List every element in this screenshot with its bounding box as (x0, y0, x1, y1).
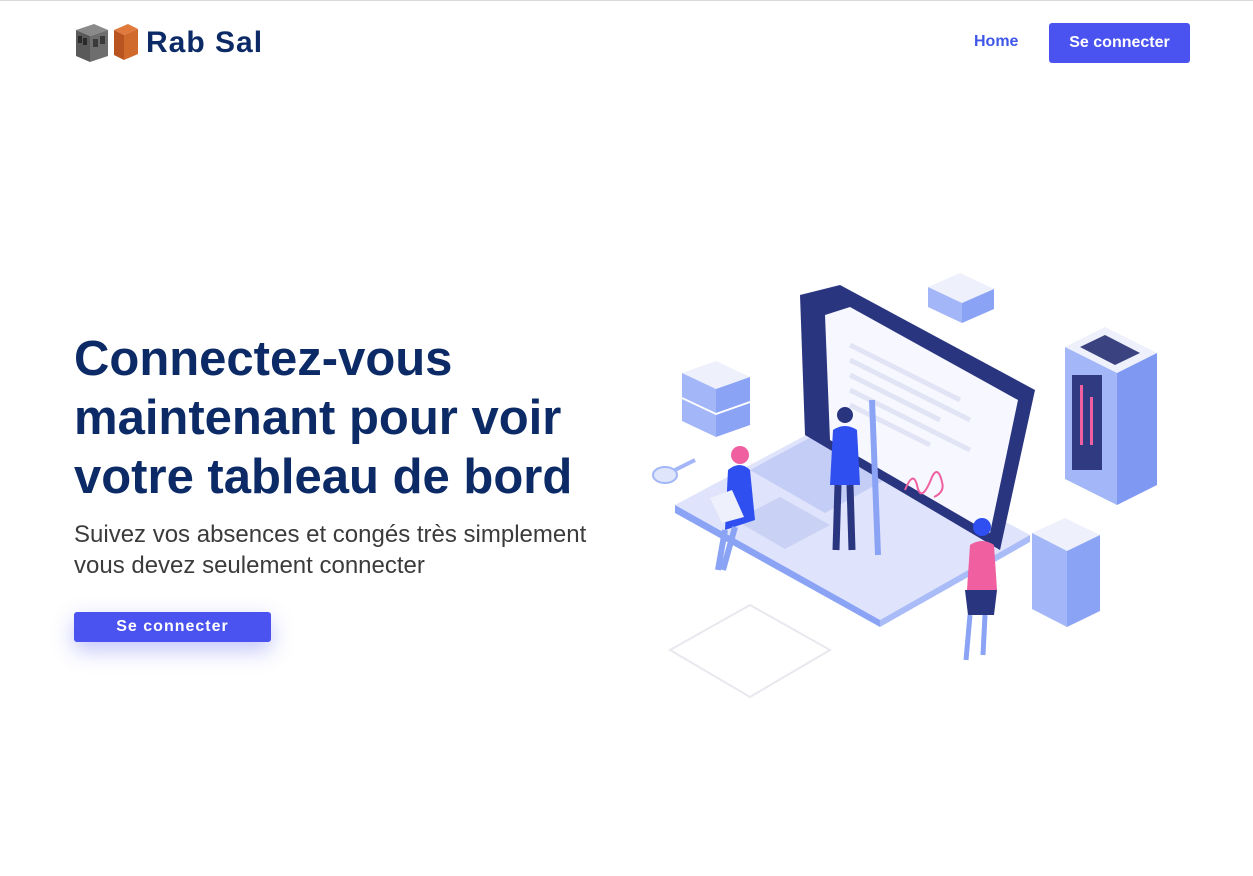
hero-login-button[interactable]: Se connecter (74, 612, 271, 642)
nav-home-link[interactable]: Home (974, 33, 1018, 51)
laptop-signature-illustration (652, 273, 1157, 699)
server-stack-left (682, 361, 750, 437)
server-stack-right (1032, 518, 1100, 627)
floor-tile-shape (667, 603, 833, 699)
brand-name: Rab Sal (146, 26, 264, 59)
brand[interactable]: Rab Sal (74, 22, 263, 64)
hero-title: Connectez-vous maintenant pour voir votr… (74, 332, 573, 504)
key-icon (652, 458, 696, 484)
header-login-button[interactable]: Se connecter (1049, 23, 1190, 63)
hero-subtitle: Suivez vos absences et congés très simpl… (74, 521, 587, 579)
server-top (928, 273, 994, 323)
site-header: Rab Sal Home Se connecter (0, 0, 1253, 86)
logo-blocks-icon (76, 24, 138, 62)
server-tower-right (1065, 327, 1157, 505)
